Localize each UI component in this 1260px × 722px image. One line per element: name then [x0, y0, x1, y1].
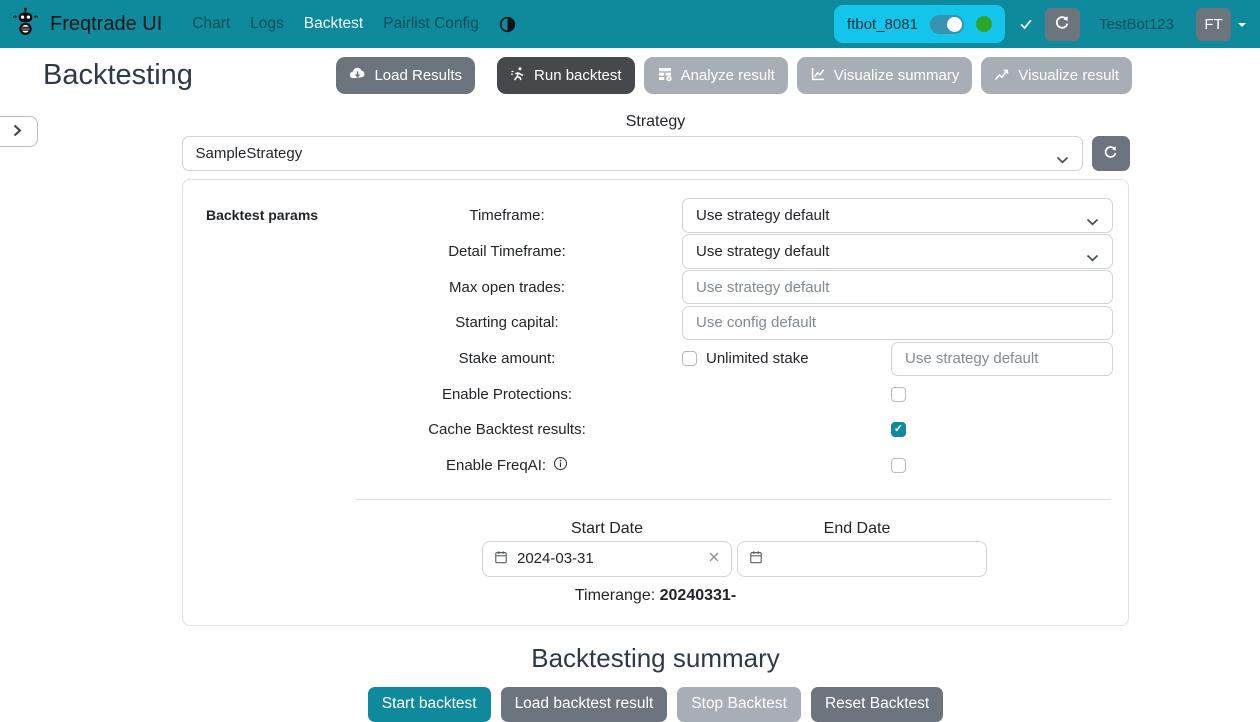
timeframe-label: Timeframe:: [341, 207, 673, 224]
chart-line-icon: [810, 66, 826, 86]
refresh-icon: [1103, 145, 1118, 163]
table-gear-icon: [657, 66, 673, 86]
unlimited-stake-checkbox[interactable]: [682, 351, 697, 366]
cloud-download-icon: [349, 65, 366, 86]
nav-item-backtest[interactable]: Backtest: [304, 15, 363, 33]
date-inputs-row: 2024-03-31: [482, 541, 1128, 577]
max-open-trades-input[interactable]: [682, 270, 1113, 304]
page-title: Backtesting: [43, 59, 193, 92]
cache-results-checkbox[interactable]: [891, 422, 906, 437]
enable-freqai-row: Enable FreqAI:: [183, 448, 1128, 484]
strategy-row: SampleStrategy: [182, 136, 1130, 171]
end-date-label: End Date: [732, 520, 982, 538]
refresh-bot-button[interactable]: [1045, 8, 1080, 41]
timerange: Timerange: 20240331-: [183, 587, 1128, 605]
run-icon: [510, 66, 526, 86]
robot-logo-icon: [10, 6, 41, 42]
start-date-value: 2024-03-31: [517, 550, 594, 567]
panel-title: Backtest params: [206, 207, 318, 223]
starting-capital-input[interactable]: [682, 306, 1113, 340]
nav-item-logs[interactable]: Logs: [250, 15, 284, 33]
start-backtest-button[interactable]: Start backtest: [368, 687, 491, 722]
summary-actions: Start backtest Load backtest result Stop…: [368, 687, 943, 722]
detail-timeframe-row: Detail Timeframe: Use strategy default: [183, 234, 1128, 270]
stake-amount-row: Stake amount: Unlimited stake: [183, 341, 1128, 377]
enable-freqai-label: Enable FreqAI:: [446, 457, 546, 474]
max-open-trades-label: Max open trades:: [341, 279, 673, 296]
user-menu[interactable]: FT: [1196, 8, 1246, 41]
timeframe-select[interactable]: Use strategy default: [682, 198, 1113, 233]
clear-icon: [708, 551, 720, 566]
load-backtest-result-button[interactable]: Load backtest result: [501, 687, 668, 722]
online-status-dot: [976, 16, 992, 32]
strategy-select[interactable]: SampleStrategy: [182, 136, 1083, 171]
starting-capital-label: Starting capital:: [341, 314, 673, 331]
enable-protections-label: Enable Protections:: [341, 386, 673, 403]
theme-toggle-icon[interactable]: [499, 16, 516, 33]
run-backtest-button[interactable]: Run backtest: [497, 57, 635, 94]
max-open-trades-row: Max open trades:: [183, 269, 1128, 305]
chevron-right-icon: [13, 124, 22, 140]
start-date-label: Start Date: [482, 520, 732, 538]
chevron-down-icon: [1086, 249, 1099, 266]
reset-backtest-button[interactable]: Reset Backtest: [811, 687, 943, 722]
stake-amount-input[interactable]: [891, 342, 1113, 376]
visualize-summary-button[interactable]: Visualize summary: [797, 57, 973, 94]
nav-item-pairlist-config[interactable]: Pairlist Config: [383, 15, 479, 33]
enable-freqai-checkbox[interactable]: [891, 458, 906, 473]
nav-item-chart[interactable]: Chart: [192, 15, 230, 33]
chart-result-icon: [994, 66, 1010, 86]
starting-capital-row: Starting capital:: [183, 305, 1128, 341]
cache-results-row: Cache Backtest results:: [183, 412, 1128, 448]
backtest-content: Strategy SampleStrategy Backtest params …: [51, 94, 1260, 722]
analyze-result-button[interactable]: Analyze result: [644, 57, 788, 94]
summary-title: Backtesting summary: [531, 643, 780, 674]
detail-timeframe-select[interactable]: Use strategy default: [682, 234, 1113, 269]
visualize-result-button[interactable]: Visualize result: [981, 57, 1132, 94]
enable-protections-checkbox[interactable]: [891, 387, 906, 402]
cache-results-label: Cache Backtest results:: [341, 421, 673, 438]
chevron-down-icon: [1086, 213, 1099, 230]
chevron-down-icon: [1056, 151, 1069, 168]
navbar: Freqtrade UI Chart Logs Backtest Pairlis…: [0, 0, 1260, 48]
calendar-icon: [749, 550, 763, 568]
bot-toggle-switch[interactable]: [930, 15, 964, 34]
detail-timeframe-label: Detail Timeframe:: [341, 243, 673, 260]
info-icon[interactable]: [553, 456, 568, 475]
bot-username: TestBot123: [1099, 16, 1174, 33]
toggle-knob: [947, 17, 962, 32]
timerange-value: 20240331-: [660, 587, 737, 604]
clear-start-date-button[interactable]: [708, 551, 720, 566]
reload-strategies-button[interactable]: [1092, 136, 1130, 171]
bot-selector[interactable]: ftbot_8081: [834, 5, 1005, 43]
brand[interactable]: Freqtrade UI: [10, 6, 162, 42]
unlimited-stake-label: Unlimited stake: [706, 350, 809, 367]
date-labels-row: Start Date End Date: [482, 520, 987, 538]
navbar-right: ftbot_8081 TestBot123 FT: [834, 5, 1246, 43]
avatar: FT: [1196, 8, 1231, 41]
load-results-button[interactable]: Load Results: [336, 57, 475, 94]
refresh-icon: [1054, 15, 1070, 34]
stop-backtest-button[interactable]: Stop Backtest: [677, 687, 801, 722]
divider: [356, 499, 1111, 500]
timerange-label: Timerange:: [575, 587, 655, 604]
brand-title: Freqtrade UI: [50, 13, 162, 36]
timeframe-row: Timeframe: Use strategy default: [183, 198, 1128, 234]
bot-name: ftbot_8081: [847, 16, 918, 33]
connected-check-icon: [1019, 17, 1033, 31]
end-date-input[interactable]: [737, 541, 987, 577]
backtest-params-panel: Backtest params Timeframe: Use strategy …: [182, 179, 1129, 626]
strategy-label: Strategy: [626, 113, 686, 131]
page-header: Backtesting Load Results Run backtest: [0, 48, 1260, 94]
header-actions: Load Results Run backtest Analyze resu: [336, 57, 1132, 94]
nav-links: Chart Logs Backtest Pairlist Config: [192, 15, 479, 33]
caret-down-icon: [1238, 23, 1246, 31]
start-date-input[interactable]: 2024-03-31: [482, 541, 732, 577]
calendar-icon: [494, 550, 508, 568]
stake-amount-label: Stake amount:: [341, 350, 673, 367]
enable-protections-row: Enable Protections:: [183, 376, 1128, 412]
sidebar-expand-button[interactable]: [0, 116, 38, 147]
